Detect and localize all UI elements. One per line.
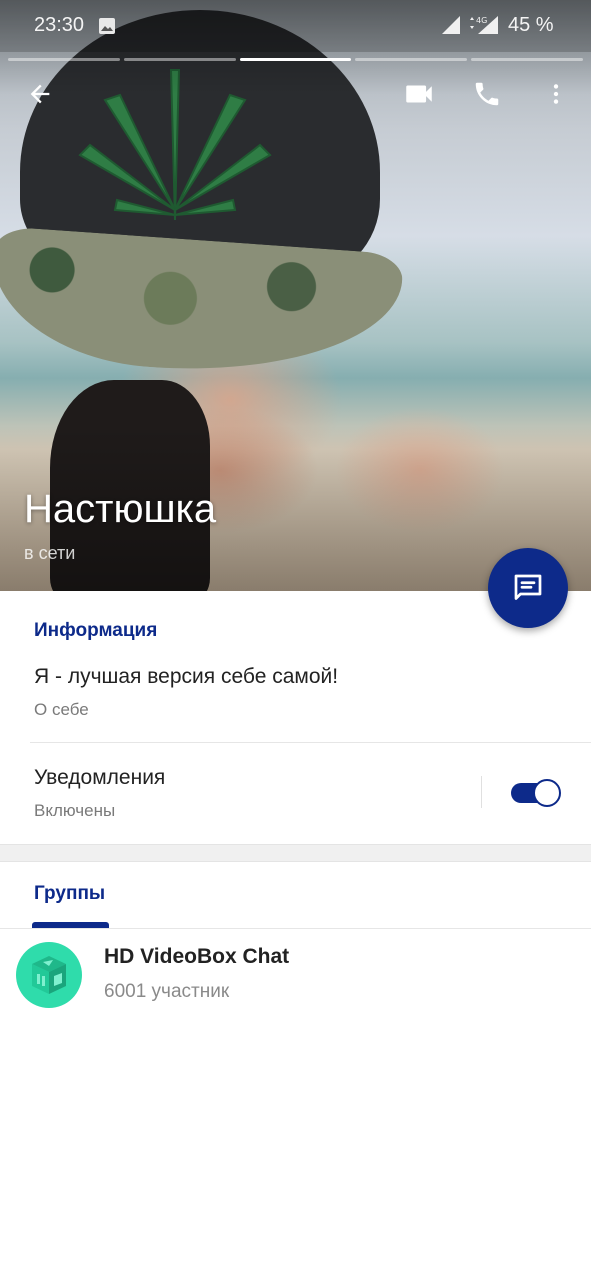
progress-segment xyxy=(123,58,236,61)
profile-name: Настюшка xyxy=(24,487,217,531)
arrow-left-icon xyxy=(30,84,50,104)
call-button[interactable] xyxy=(465,72,509,116)
progress-segment xyxy=(8,58,120,61)
image-icon xyxy=(99,18,115,34)
tab-divider xyxy=(0,928,591,929)
lte-signal-icon: 4G xyxy=(470,16,498,34)
notifications-toggle[interactable] xyxy=(511,779,561,807)
group-name: HD VideoBox Chat xyxy=(104,945,290,968)
notifications-state: Включены xyxy=(34,801,116,820)
progress-segment xyxy=(355,58,468,61)
progress-segment-active xyxy=(239,58,352,61)
svg-text:4G: 4G xyxy=(476,16,487,25)
video-camera-icon xyxy=(406,85,432,103)
message-icon xyxy=(514,574,542,600)
profile-status: в сети xyxy=(24,543,76,563)
info-section-title: Информация xyxy=(34,620,158,641)
group-avatar xyxy=(16,942,82,1008)
battery-percent: 45 % xyxy=(508,14,554,36)
send-message-button[interactable] xyxy=(488,548,568,628)
signal-icon xyxy=(442,16,460,34)
progress-segment xyxy=(471,58,583,61)
notifications-label: Уведомления xyxy=(34,766,166,789)
back-button[interactable] xyxy=(18,72,62,116)
status-time: 23:30 xyxy=(34,14,85,36)
more-vertical-icon xyxy=(553,84,559,104)
profile-photo[interactable]: 23:30 4G 45 % Настюшка в сети xyxy=(0,0,591,591)
video-call-button[interactable] xyxy=(397,72,441,116)
more-options-button[interactable] xyxy=(534,72,578,116)
story-progress xyxy=(8,58,583,61)
bio-label: О себе xyxy=(34,700,89,719)
group-members: 6001 участник xyxy=(104,981,230,1002)
toggle-knob xyxy=(533,779,561,807)
section-separator xyxy=(0,844,591,862)
info-divider xyxy=(30,742,591,743)
videobox-logo-icon xyxy=(32,956,66,994)
notifications-divider xyxy=(481,776,482,808)
tab-groups[interactable]: Группы xyxy=(34,883,105,905)
bio-text[interactable]: Я - лучшая версия себе самой! xyxy=(34,665,338,689)
status-bar: 23:30 4G 45 % xyxy=(0,0,591,52)
phone-icon xyxy=(475,82,499,106)
